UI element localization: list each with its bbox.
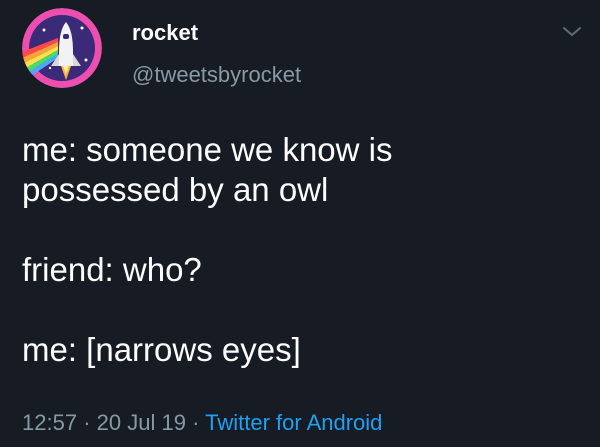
tweet-text-line: friend: who? [22, 251, 202, 288]
tweet-text-line: me: someone we know is [22, 131, 393, 168]
tweet-date[interactable]: 20 Jul 19 [97, 410, 186, 435]
user-handle[interactable]: @tweetsbyrocket [132, 62, 301, 88]
tweet-card: rocket @tweetsbyrocket me: someone we kn… [0, 0, 600, 447]
avatar[interactable] [22, 8, 102, 88]
tweet-text-line: possessed by an owl [22, 171, 329, 208]
display-name[interactable]: rocket [132, 20, 198, 46]
rocket-shuttle-rainbow-avatar-icon [22, 8, 102, 88]
tweet-time[interactable]: 12:57 [22, 410, 77, 435]
tweet-menu-button[interactable] [560, 22, 584, 42]
meta-separator: · [192, 410, 200, 435]
tweet-text: me: someone we know is possessed by an o… [22, 130, 582, 370]
meta-separator: · [83, 410, 91, 435]
tweet-source-link[interactable]: Twitter for Android [205, 410, 382, 435]
tweet-metadata: 12:57 · 20 Jul 19 · Twitter for Android [22, 410, 382, 436]
chevron-down-icon [563, 27, 581, 36]
tweet-text-line: me: [narrows eyes] [22, 331, 301, 368]
